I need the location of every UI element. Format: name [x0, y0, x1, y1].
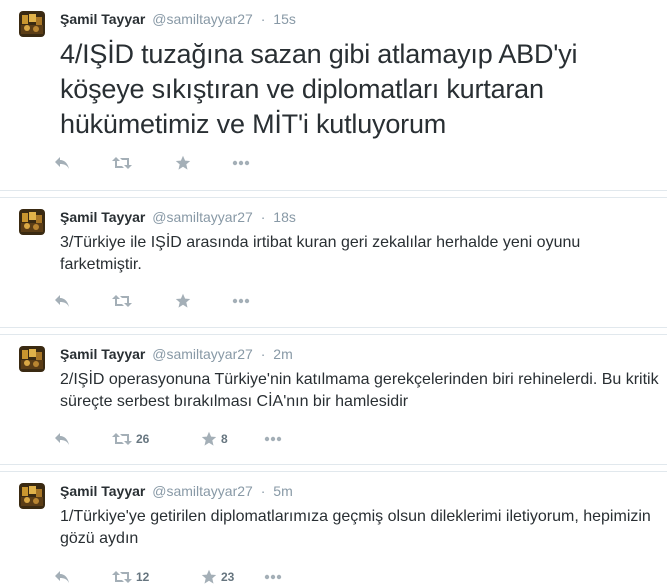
- tweet-fullname[interactable]: Şamil Tayyar: [60, 209, 145, 225]
- retweet-count: 12: [136, 570, 150, 584]
- tweet-item[interactable]: Şamil Tayyar @samiltayyar27 · 18s 3/Türk…: [0, 197, 667, 328]
- more-icon: [264, 436, 282, 442]
- avatar[interactable]: [19, 483, 45, 509]
- avatar[interactable]: [19, 11, 45, 37]
- tweet-header: Şamil Tayyar @samiltayyar27 · 5m: [60, 482, 293, 500]
- tweet-text: 1/Türkiye'ye getirilen diplomatlarımıza …: [60, 508, 651, 547]
- tweet-text: 3/Türkiye ile IŞİD arasında irtibat kura…: [60, 234, 581, 273]
- favorite-icon: [175, 293, 191, 309]
- tweet-timestamp[interactable]: 15s: [273, 11, 296, 27]
- tweet-fullname[interactable]: Şamil Tayyar: [60, 11, 145, 27]
- separator-dot: ·: [260, 346, 266, 362]
- more-icon: [232, 298, 250, 304]
- separator-dot: ·: [260, 483, 266, 499]
- reply-button[interactable]: [54, 567, 70, 587]
- retweet-icon: [112, 432, 132, 446]
- tweet-fullname[interactable]: Şamil Tayyar: [60, 483, 145, 499]
- tweet-text: 4/IŞİD tuzağına sazan gibi atlamayıp ABD…: [60, 39, 578, 139]
- tweet-header: Şamil Tayyar @samiltayyar27 · 18s: [60, 208, 296, 226]
- retweet-icon: [112, 156, 132, 170]
- more-button[interactable]: [232, 153, 250, 173]
- tweet-timestamp[interactable]: 5m: [273, 483, 292, 499]
- tweet-username[interactable]: @samiltayyar27: [152, 11, 253, 27]
- tweet-username[interactable]: @samiltayyar27: [152, 483, 253, 499]
- reply-button[interactable]: [54, 153, 70, 173]
- retweet-button[interactable]: 12: [112, 567, 149, 587]
- tweet-fullname[interactable]: Şamil Tayyar: [60, 346, 145, 362]
- separator-dot: ·: [260, 11, 266, 27]
- more-button[interactable]: [264, 429, 282, 449]
- reply-icon: [54, 570, 70, 584]
- retweet-icon: [112, 570, 132, 584]
- retweet-count: 26: [136, 432, 150, 446]
- favorite-button[interactable]: 8: [201, 429, 228, 449]
- reply-button[interactable]: [54, 291, 70, 311]
- tweet-item[interactable]: Şamil Tayyar @samiltayyar27 · 5m 1/Türki…: [0, 471, 667, 587]
- favorite-button[interactable]: [175, 291, 195, 311]
- tweet-header: Şamil Tayyar @samiltayyar27 · 15s: [60, 10, 296, 28]
- tweet-username[interactable]: @samiltayyar27: [152, 346, 253, 362]
- retweet-button[interactable]: [112, 291, 136, 311]
- more-button[interactable]: [232, 291, 250, 311]
- more-button[interactable]: [264, 567, 282, 587]
- tweet-text: 2/IŞİD operasyonuna Türkiye'nin katılmam…: [60, 371, 659, 410]
- favorite-icon: [201, 569, 217, 585]
- tweet-item[interactable]: Şamil Tayyar @samiltayyar27 · 15s 4/IŞİD…: [0, 0, 667, 191]
- tweet-timestamp[interactable]: 18s: [273, 209, 296, 225]
- reply-icon: [54, 156, 70, 170]
- avatar[interactable]: [19, 209, 45, 235]
- separator-dot: ·: [260, 209, 266, 225]
- favorite-button[interactable]: 23: [201, 567, 234, 587]
- tweet-username[interactable]: @samiltayyar27: [152, 209, 253, 225]
- reply-button[interactable]: [54, 429, 70, 449]
- tweet-timestamp[interactable]: 2m: [273, 346, 292, 362]
- favorite-button[interactable]: [175, 153, 195, 173]
- tweet-item[interactable]: Şamil Tayyar @samiltayyar27 · 2m 2/IŞİD …: [0, 334, 667, 465]
- tweet-timeline: Şamil Tayyar @samiltayyar27 · 15s 4/IŞİD…: [0, 0, 667, 587]
- avatar[interactable]: [19, 346, 45, 372]
- retweet-button[interactable]: 26: [112, 429, 149, 449]
- reply-icon: [54, 294, 70, 308]
- favorite-count: 8: [221, 432, 228, 446]
- retweet-icon: [112, 294, 132, 308]
- more-icon: [264, 574, 282, 580]
- favorite-icon: [175, 155, 191, 171]
- reply-icon: [54, 432, 70, 446]
- tweet-header: Şamil Tayyar @samiltayyar27 · 2m: [60, 345, 293, 363]
- more-icon: [232, 160, 250, 166]
- favorite-count: 23: [221, 570, 235, 584]
- favorite-icon: [201, 431, 217, 447]
- retweet-button[interactable]: [112, 153, 136, 173]
